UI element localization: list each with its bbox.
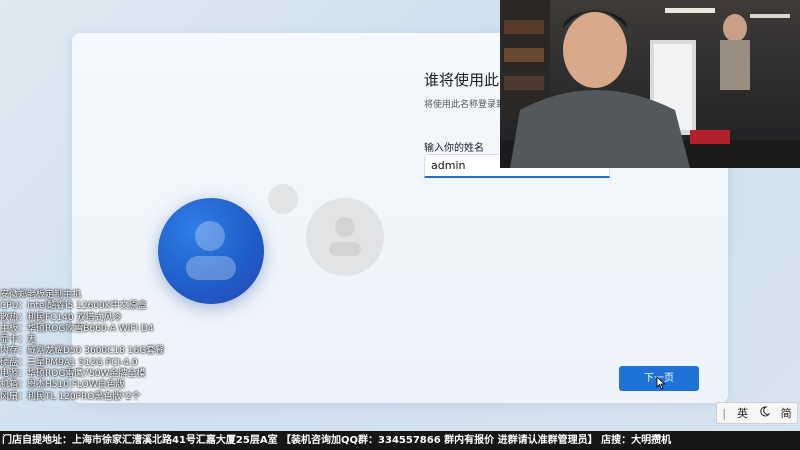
webcam-overlay [500, 0, 800, 168]
ime-toolbar[interactable]: | 英 简 [716, 402, 798, 424]
avatar-decoration-small [268, 184, 298, 214]
ime-script-toggle[interactable]: 简 [781, 405, 792, 421]
spec-line: 散热：利民FC140 双塔式风冷 [0, 312, 122, 323]
ime-grip-icon[interactable]: | [722, 407, 726, 420]
spec-line: 电源：华硕ROG雷鹰750W金牌全模 [0, 369, 146, 380]
spec-line: 硬盘：三星PM9A1 512G PCI-4.0 [0, 357, 138, 368]
spec-line: 安徽郑老板定制主机 [0, 290, 82, 300]
spec-line: 主板：华硕ROG吹雪B660-A WIFI D4 [0, 323, 154, 334]
bottom-banner: 门店自提地址：上海市徐家汇漕溪北路41号汇嘉大厦25层A室 【装机咨询加QQ群：… [0, 431, 800, 450]
spec-line: 内存：威刚龙耀D50 3600C18 16G套餐 [0, 346, 165, 357]
moon-icon[interactable] [759, 406, 771, 420]
user-avatar [158, 198, 264, 304]
page-subtitle: 将使用此名称登录到 [424, 100, 506, 110]
mouse-cursor-icon [656, 376, 666, 390]
spec-line: 显卡：无 [0, 335, 37, 346]
spec-list: 安徽郑老板定制主机 CPU：intel酷睿i5 12600K中文原盒 散热：利民… [0, 290, 200, 403]
person-icon [329, 217, 361, 256]
ime-mode-toggle[interactable]: 英 [737, 405, 748, 421]
page-title: 谁将使用此 [424, 71, 500, 89]
spec-line: 机箱：恩杰H510 FLOW白色版 [0, 380, 125, 391]
person-icon [186, 221, 236, 280]
avatar-decoration-large [306, 198, 384, 276]
spec-line: 风扇：利民TL 120PRO黑色版*2个 [0, 391, 141, 402]
name-field-label: 输入你的姓名 [424, 143, 484, 154]
spec-line: CPU：intel酷睿i5 12600K中文原盒 [0, 301, 147, 312]
